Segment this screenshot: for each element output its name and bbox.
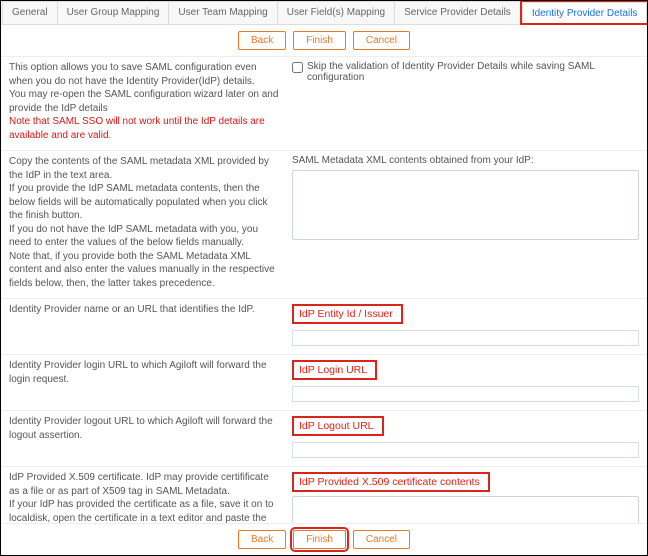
metadata-xml-textarea[interactable] (292, 170, 639, 240)
meta-line-2: If you provide the IdP SAML metadata con… (9, 182, 282, 223)
cancel-button-top[interactable]: Cancel (353, 31, 410, 50)
logout-url-label: Identity Provider logout URL to which Ag… (9, 415, 292, 442)
back-button-top[interactable]: Back (238, 31, 286, 50)
entity-id-label: Identity Provider name or an URL that id… (9, 303, 292, 317)
saml-config-frame: General User Group Mapping User Team Map… (0, 0, 648, 556)
logout-url-section: Identity Provider logout URL to which Ag… (1, 411, 647, 467)
tab-service-provider-details[interactable]: Service Provider Details (394, 1, 521, 24)
logout-url-placeholder: IdP Logout URL (292, 416, 384, 436)
entity-id-input[interactable] (292, 330, 639, 346)
back-button-bottom[interactable]: Back (238, 530, 286, 549)
intro-line-2: You may re-open the SAML configuration w… (9, 88, 282, 115)
intro-section: This option allows you to save SAML conf… (1, 57, 647, 151)
entity-id-placeholder: IdP Entity Id / Issuer (292, 304, 403, 324)
skip-validation-label: Skip the validation of Identity Provider… (307, 61, 639, 83)
top-button-row: Back Finish Cancel (1, 25, 647, 56)
tab-general[interactable]: General (2, 1, 58, 24)
metadata-section: Copy the contents of the SAML metadata X… (1, 151, 647, 299)
entity-id-section: Identity Provider name or an URL that id… (1, 299, 647, 355)
cancel-button-bottom[interactable]: Cancel (353, 530, 410, 549)
tab-user-team-mapping[interactable]: User Team Mapping (168, 1, 277, 24)
login-url-placeholder: IdP Login URL (292, 360, 377, 380)
login-url-label: Identity Provider login URL to which Agi… (9, 359, 292, 386)
finish-button-top[interactable]: Finish (293, 31, 346, 50)
tab-identity-provider-details-highlight: Identity Provider Details (520, 0, 648, 25)
meta-line-4: Note that, if you provide both the SAML … (9, 250, 282, 291)
meta-line-3: If you do not have the IdP SAML metadata… (9, 223, 282, 250)
tab-user-fields-mapping[interactable]: User Field(s) Mapping (277, 1, 395, 24)
tab-identity-provider-details[interactable]: Identity Provider Details (522, 2, 648, 23)
finish-button-bottom[interactable]: Finish (293, 530, 346, 549)
intro-line-1: This option allows you to save SAML conf… (9, 61, 282, 88)
cert-placeholder: IdP Provided X.509 certificate contents (292, 472, 490, 492)
meta-line-1: Copy the contents of the SAML metadata X… (9, 155, 282, 182)
login-url-section: Identity Provider login URL to which Agi… (1, 355, 647, 411)
login-url-input[interactable] (292, 386, 639, 402)
tabs-bar: General User Group Mapping User Team Map… (1, 1, 647, 25)
logout-url-input[interactable] (292, 442, 639, 458)
bottom-button-row: Back Finish Cancel (1, 524, 647, 555)
skip-validation-checkbox[interactable] (292, 62, 303, 73)
tab-user-group-mapping[interactable]: User Group Mapping (57, 1, 170, 24)
cert-line-1: IdP Provided X.509 certificate. IdP may … (9, 471, 282, 498)
intro-warning: Note that SAML SSO will not work until t… (9, 115, 282, 142)
metadata-xml-label: SAML Metadata XML contents obtained from… (292, 155, 639, 166)
